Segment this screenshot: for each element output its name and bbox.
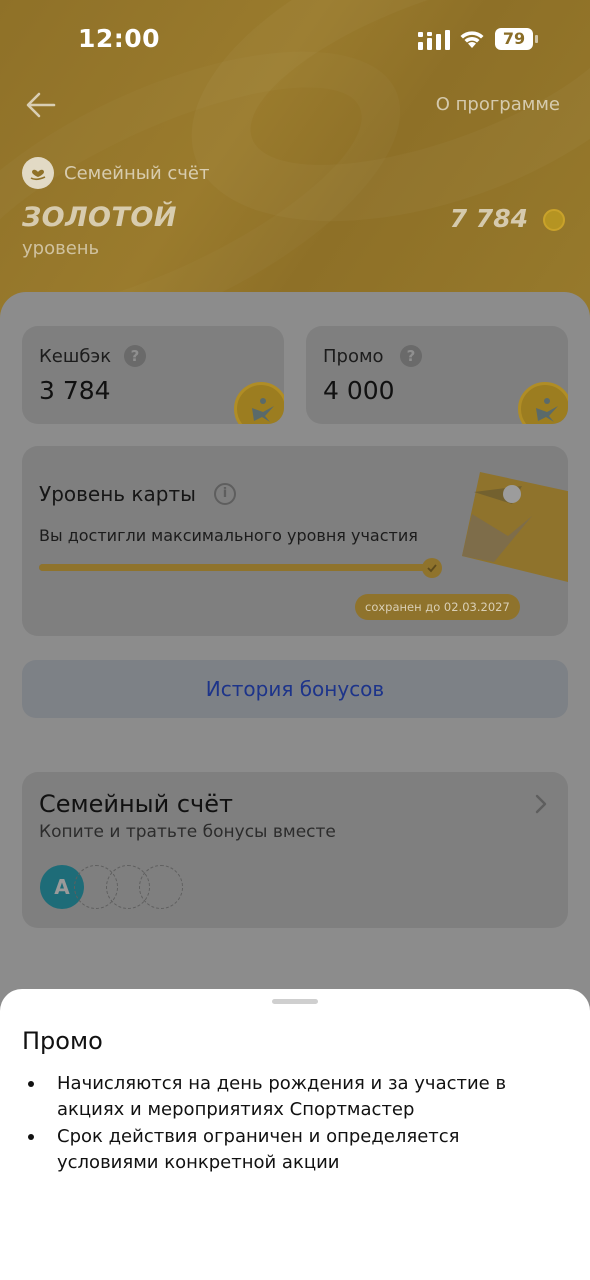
list-item: Срок действия ограничен и определяется у… [22,1124,542,1176]
points-total: 7 784 [449,204,528,233]
level-subtitle: уровень [22,238,100,259]
level-progress-fill [39,564,431,571]
family-account-label: Семейный счёт [64,162,210,184]
chevron-right-icon [535,794,547,814]
card-level-panel: Уровень карты i Вы достигли максимальног… [22,446,568,636]
battery-icon: 79 [495,28,539,52]
status-bar: 12:00 79 [0,0,590,80]
promo-help-icon[interactable]: ? [400,345,422,367]
promo-card[interactable]: Промо ? 4 000 [306,326,568,424]
promo-label: Промо [323,346,384,367]
cashback-coin-icon [234,382,284,424]
back-arrow-icon[interactable] [24,88,58,122]
cashback-value: 3 784 [39,376,111,405]
info-icon[interactable]: i [214,483,236,505]
level-header: 12:00 79 О программе Семейный счёт ЗОЛОТ… [0,0,590,330]
card-level-title: Уровень карты [39,482,196,506]
cashback-help-icon[interactable]: ? [124,345,146,367]
promo-info-sheet: Промо Начисляются на день рождения и за … [0,989,590,1280]
bonus-coin-icon [543,209,565,231]
wifi-icon [460,31,484,48]
sheet-title: Промо [22,1027,103,1055]
level-name: ЗОЛОТОЙ [22,202,177,233]
gold-card-illustration [462,472,568,582]
family-heart-icon [22,157,54,189]
level-progress-bar [39,564,431,571]
family-account-card[interactable]: Семейный счёт Копите и тратьте бонусы вм… [22,772,568,928]
cellular-signal-icon [418,30,450,50]
family-account-indicator: Семейный счёт [22,156,210,190]
family-card-subtitle: Копите и тратьте бонусы вместе [39,822,336,842]
status-time: 12:00 [78,24,161,53]
cashback-card[interactable]: Кешбэк ? 3 784 [22,326,284,424]
card-level-description: Вы достигли максимального уровня участия [39,526,418,545]
family-card-title: Семейный счёт [39,790,233,818]
promo-value: 4 000 [323,376,395,405]
checkmark-icon [422,558,442,578]
list-item: Начисляются на день рождения и за участи… [22,1071,542,1123]
level-saved-badge: сохранен до 02.03.2027 [355,594,520,620]
sheet-grabber[interactable] [272,999,318,1004]
bonus-history-button[interactable]: История бонусов [22,660,568,718]
screen: 12:00 79 О программе Семейный счёт ЗОЛОТ… [0,0,590,1280]
sheet-list: Начисляются на день рождения и за участи… [22,1071,542,1177]
bonus-history-label: История бонусов [205,677,385,701]
promo-coin-icon [518,382,568,424]
empty-member-slot[interactable] [139,865,183,909]
battery-level: 79 [495,28,533,50]
about-program-link[interactable]: О программе [436,94,560,115]
cashback-label: Кешбэк [39,346,112,367]
